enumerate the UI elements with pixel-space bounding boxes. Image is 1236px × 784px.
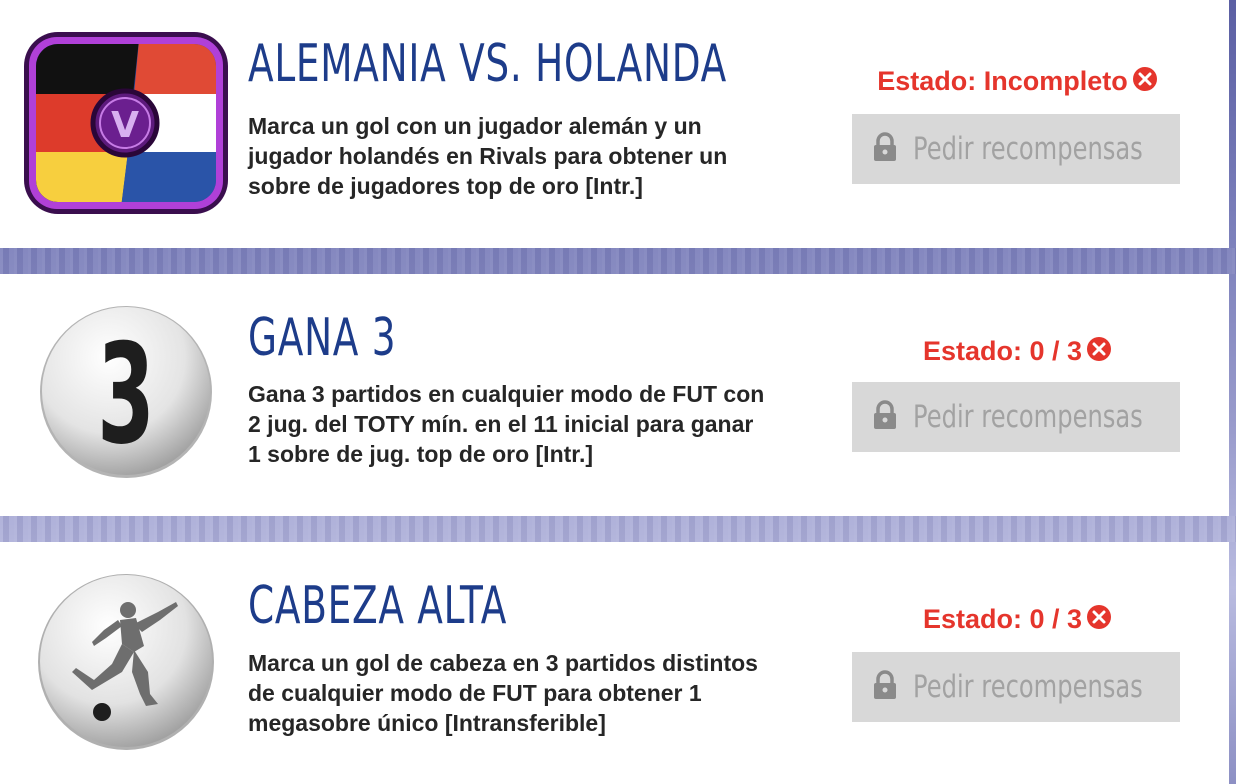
objective-description: Marca un gol de cabeza en 3 partidos dis… xyxy=(248,650,758,736)
close-circle-icon xyxy=(1086,336,1112,369)
status-label: Estado: 0 / 3 xyxy=(850,336,1185,369)
claim-rewards-button[interactable]: Pedir recompensas xyxy=(852,652,1180,722)
lock-icon xyxy=(873,669,897,705)
claim-rewards-label: Pedir recompensas xyxy=(912,131,1143,167)
germany-vs-netherlands-flag-icon: V xyxy=(22,30,230,216)
close-circle-icon xyxy=(1132,66,1158,99)
close-circle-icon xyxy=(1086,604,1112,637)
objective-description: Gana 3 partidos en cualquier modo de FUT… xyxy=(248,381,765,467)
objective-card-cabeza-alta: CABEZA ALTA Marca un gol de cabeza en 3 … xyxy=(0,542,1229,784)
svg-text:3: 3 xyxy=(97,313,155,474)
status-label: Estado: Incompleto xyxy=(850,66,1185,99)
background-strip xyxy=(0,248,1236,274)
svg-text:V: V xyxy=(111,105,139,146)
lock-icon xyxy=(873,131,897,167)
claim-rewards-label: Pedir recompensas xyxy=(912,669,1143,705)
claim-rewards-button[interactable]: Pedir recompensas xyxy=(852,114,1180,184)
objective-description: Marca un gol con un jugador alemán y un … xyxy=(248,113,728,199)
objective-title: CABEZA ALTA xyxy=(248,576,508,636)
number-three-icon: 3 xyxy=(38,304,214,480)
objective-title: ALEMANIA VS. HOLANDA xyxy=(248,34,727,94)
claim-rewards-button[interactable]: Pedir recompensas xyxy=(852,382,1180,452)
claim-rewards-label: Pedir recompensas xyxy=(912,399,1143,435)
objective-title: GANA 3 xyxy=(248,308,397,368)
background-strip xyxy=(0,516,1236,542)
soccer-player-kicking-icon xyxy=(36,572,216,752)
lock-icon xyxy=(873,399,897,435)
objective-card-gana-3: 3 GANA 3 Gana 3 partidos en cualquier mo… xyxy=(0,274,1229,516)
status-text: Estado: Incompleto xyxy=(877,66,1128,96)
status-text: Estado: 0 / 3 xyxy=(922,336,1083,366)
objective-card-alemania-vs-holanda: V ALEMANIA VS. HOLANDA Marca un gol con … xyxy=(0,0,1229,248)
status-label: Estado: 0 / 3 xyxy=(850,604,1185,637)
status-text: Estado: 0 / 3 xyxy=(922,604,1083,634)
